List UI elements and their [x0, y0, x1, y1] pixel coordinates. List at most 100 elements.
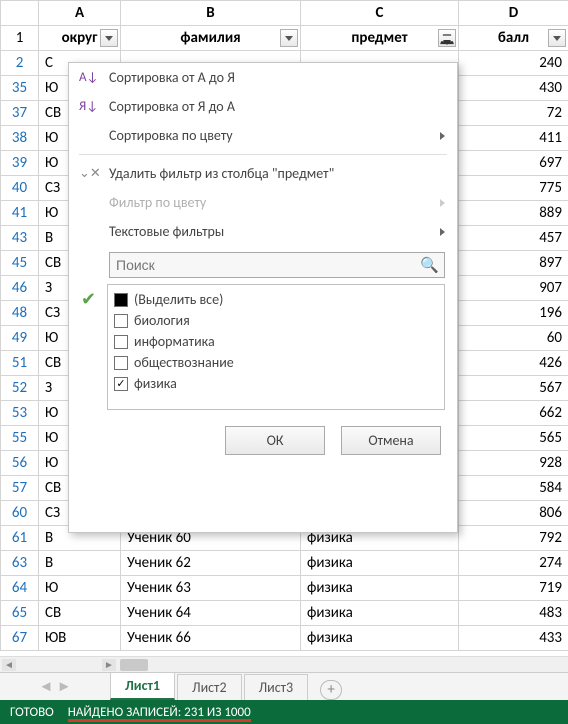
cell[interactable]: 567 — [459, 376, 568, 401]
cell[interactable]: физика — [301, 576, 459, 601]
checkbox-icon[interactable] — [114, 314, 128, 328]
header-фамилия[interactable]: фамилия — [121, 26, 301, 51]
cell[interactable]: СВ — [39, 601, 121, 626]
cell[interactable]: 196 — [459, 301, 568, 326]
cell[interactable]: 483 — [459, 601, 568, 626]
tab-nav[interactable]: ◄ ► — [0, 678, 110, 700]
row-num[interactable]: 61 — [1, 526, 39, 551]
row-num[interactable]: 41 — [1, 201, 39, 226]
filter-button-C[interactable] — [438, 29, 456, 47]
corner-cell[interactable] — [1, 1, 39, 26]
filter-value-item[interactable]: биология — [114, 310, 438, 331]
cell[interactable]: 565 — [459, 426, 568, 451]
cell[interactable]: 457 — [459, 226, 568, 251]
text-filters-item[interactable]: Текстовые фильтры — [69, 217, 457, 246]
row-num[interactable]: 35 — [1, 76, 39, 101]
sort-color-item[interactable]: Сортировка по цвету — [69, 121, 457, 150]
filter-value-item[interactable]: физика — [114, 373, 438, 394]
row-num[interactable]: 1 — [1, 26, 39, 51]
cell[interactable]: 928 — [459, 451, 568, 476]
row-num[interactable]: 53 — [1, 401, 39, 426]
row-num[interactable]: 48 — [1, 301, 39, 326]
search-icon[interactable]: 🔍 — [420, 256, 439, 275]
header-предмет[interactable]: предмет — [301, 26, 459, 51]
checkbox-icon[interactable] — [114, 335, 128, 349]
header-округ[interactable]: округ — [39, 26, 121, 51]
filter-values-list[interactable]: (Выделить все)биологияинформатикаобществ… — [107, 284, 445, 410]
tab-sheet1[interactable]: Лист1 — [110, 672, 175, 700]
cell[interactable]: 897 — [459, 251, 568, 276]
cell[interactable]: физика — [301, 626, 459, 651]
scroll-thumb[interactable] — [120, 659, 148, 671]
row-num[interactable]: 65 — [1, 601, 39, 626]
header-балл[interactable]: балл — [459, 26, 568, 51]
cell[interactable]: 411 — [459, 126, 568, 151]
filter-value-item[interactable]: (Выделить все) — [114, 289, 438, 310]
cell[interactable]: 72 — [459, 101, 568, 126]
row-num[interactable]: 55 — [1, 426, 39, 451]
new-sheet-button[interactable]: + — [320, 680, 342, 700]
cell[interactable]: Ю — [39, 576, 121, 601]
search-input[interactable] — [109, 252, 445, 278]
row-num[interactable]: 38 — [1, 126, 39, 151]
clear-filter-item[interactable]: ⌄✕ Удалить фильтр из столбца "предмет" — [69, 159, 457, 188]
cell[interactable]: 60 — [459, 326, 568, 351]
col-C-letter[interactable]: C — [301, 1, 459, 26]
checkbox-icon[interactable] — [114, 293, 128, 307]
cell[interactable]: Ученик 62 — [121, 551, 301, 576]
cell[interactable]: физика — [301, 601, 459, 626]
horizontal-scrollbar[interactable]: ◄ ► — [0, 656, 568, 672]
row-num[interactable]: 45 — [1, 251, 39, 276]
row-num[interactable]: 51 — [1, 351, 39, 376]
cell[interactable]: 433 — [459, 626, 568, 651]
row-num[interactable]: 43 — [1, 226, 39, 251]
col-A-letter[interactable]: A — [39, 1, 121, 26]
cell[interactable]: 697 — [459, 151, 568, 176]
cell[interactable]: 907 — [459, 276, 568, 301]
row-num[interactable]: 39 — [1, 151, 39, 176]
sort-za-item[interactable]: Я↓ Сортировка от Я до А — [69, 92, 457, 121]
filter-button-D[interactable] — [548, 29, 566, 47]
row-num[interactable]: 37 — [1, 101, 39, 126]
row-num[interactable]: 40 — [1, 176, 39, 201]
tab-sheet3[interactable]: Лист3 — [244, 674, 309, 700]
cell[interactable]: ЮВ — [39, 626, 121, 651]
row-num[interactable]: 60 — [1, 501, 39, 526]
row-num[interactable]: 46 — [1, 276, 39, 301]
filter-value-item[interactable]: обществознание — [114, 352, 438, 373]
cell[interactable]: В — [39, 551, 121, 576]
cell[interactable]: 889 — [459, 201, 568, 226]
cell[interactable]: 775 — [459, 176, 568, 201]
filter-button-B[interactable] — [280, 29, 298, 47]
ok-button[interactable]: ОК — [225, 426, 325, 455]
cell[interactable]: 274 — [459, 551, 568, 576]
cell[interactable]: 719 — [459, 576, 568, 601]
col-D-letter[interactable]: D — [459, 1, 568, 26]
cell[interactable]: 240 — [459, 51, 568, 76]
row-num[interactable]: 57 — [1, 476, 39, 501]
row-num[interactable]: 52 — [1, 376, 39, 401]
row-num[interactable]: 2 — [1, 51, 39, 76]
cell[interactable]: Ученик 63 — [121, 576, 301, 601]
cancel-button[interactable]: Отмена — [341, 426, 441, 455]
scroll-left-icon[interactable]: ◄ — [2, 659, 16, 671]
cell[interactable]: 426 — [459, 351, 568, 376]
filter-value-item[interactable]: информатика — [114, 331, 438, 352]
cell[interactable]: Ученик 66 — [121, 626, 301, 651]
cell[interactable]: физика — [301, 551, 459, 576]
tab-sheet2[interactable]: Лист2 — [177, 674, 242, 700]
cell[interactable]: 806 — [459, 501, 568, 526]
row-num[interactable]: 49 — [1, 326, 39, 351]
col-B-letter[interactable]: B — [121, 1, 301, 26]
cell[interactable]: 662 — [459, 401, 568, 426]
sort-az-item[interactable]: А↓ Сортировка от А до Я — [69, 63, 457, 92]
cell[interactable]: 584 — [459, 476, 568, 501]
cell[interactable]: 792 — [459, 526, 568, 551]
row-num[interactable]: 67 — [1, 626, 39, 651]
checkbox-icon[interactable] — [114, 356, 128, 370]
cell[interactable]: Ученик 64 — [121, 601, 301, 626]
cell[interactable]: 430 — [459, 76, 568, 101]
scroll-right-icon[interactable]: ► — [102, 659, 116, 671]
row-num[interactable]: 56 — [1, 451, 39, 476]
filter-button-A[interactable] — [100, 29, 118, 47]
